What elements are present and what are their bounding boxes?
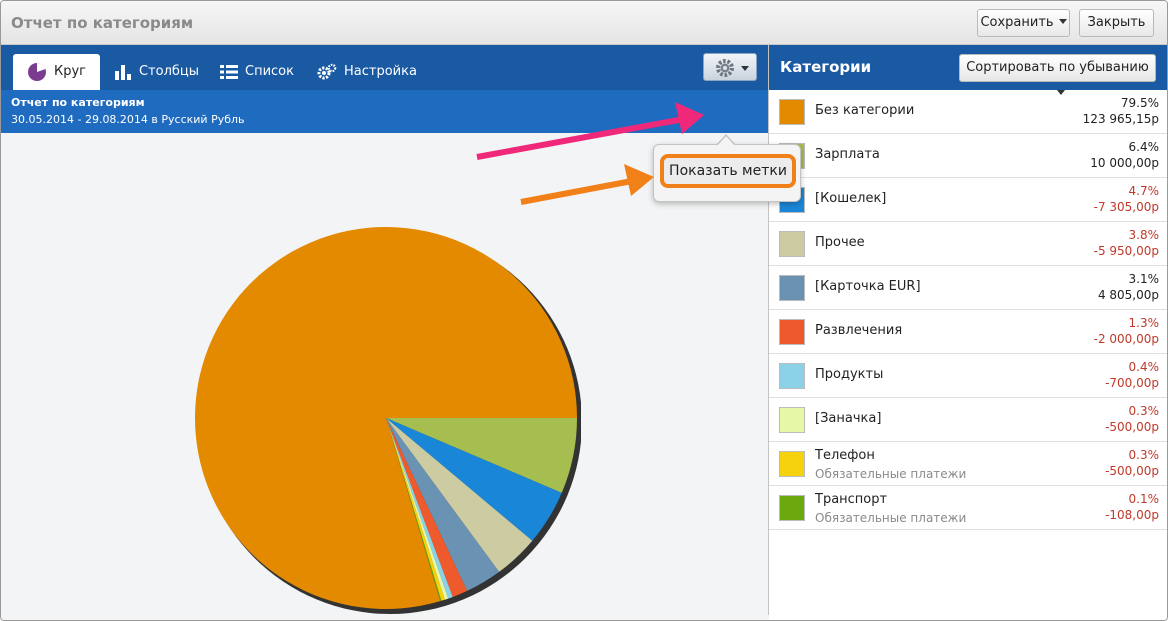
category-amount: -700,00р bbox=[1105, 376, 1159, 390]
tab-settings-label: Настройка bbox=[344, 64, 417, 79]
tab-bars-label: Столбцы bbox=[139, 64, 200, 79]
category-percent: 3.8% bbox=[1128, 228, 1160, 242]
close-button-label: Закрыть bbox=[1087, 15, 1146, 30]
report-window: Отчет по категориям Сохранить Закрыть Кр… bbox=[0, 0, 1168, 621]
category-row[interactable]: Продукты 0.4% -700,00р bbox=[769, 354, 1167, 398]
categories-header: Категории Сортировать по убыванию bbox=[769, 45, 1167, 95]
category-amount: 123 965,15р bbox=[1082, 112, 1159, 126]
report-date-range: 30.05.2014 - 29.08.2014 в Русский Рубль bbox=[11, 113, 245, 126]
report-header: Отчет по категориям 30.05.2014 - 29.08.2… bbox=[1, 90, 768, 133]
save-button[interactable]: Сохранить bbox=[977, 9, 1070, 37]
categories-list: Без категории 79.5% 123 965,15р Зарплата 6.4… bbox=[769, 90, 1167, 530]
category-percent: 4.7% bbox=[1128, 184, 1160, 198]
category-row[interactable]: Прочее 3.8% -5 950,00р bbox=[769, 222, 1167, 266]
category-color-swatch bbox=[779, 231, 805, 257]
title-bar: Отчет по категориям Сохранить Закрыть bbox=[1, 1, 1167, 45]
category-subtitle: Обязательные платежи bbox=[815, 467, 967, 481]
category-color-swatch bbox=[779, 495, 805, 521]
category-subtitle: Обязательные платежи bbox=[815, 511, 967, 525]
category-name: [Заначка] bbox=[815, 411, 882, 426]
tab-list-label: Список bbox=[245, 64, 294, 79]
show-labels-label: Показать метки bbox=[669, 163, 787, 179]
category-amount: -500,00р bbox=[1105, 420, 1159, 434]
category-color-swatch bbox=[779, 407, 805, 433]
popup-pointer-fill bbox=[717, 136, 735, 146]
category-color-swatch bbox=[779, 275, 805, 301]
view-tabs: Круг Столбцы Список Настройка bbox=[1, 45, 768, 90]
category-row[interactable]: Развлечения 1.3% -2 000,00р bbox=[769, 310, 1167, 354]
tab-list[interactable]: Список bbox=[220, 54, 294, 90]
category-percent: 79.5% bbox=[1120, 96, 1159, 110]
tab-pie[interactable]: Круг bbox=[13, 54, 101, 90]
category-row[interactable]: [Заначка] 0.3% -500,00р bbox=[769, 398, 1167, 442]
pie-chart bbox=[195, 227, 581, 614]
report-title: Отчет по категориям bbox=[11, 96, 145, 109]
category-name: [Карточка EUR] bbox=[815, 279, 921, 294]
category-amount: -5 950,00р bbox=[1093, 244, 1159, 258]
sort-button[interactable]: Сортировать по убыванию bbox=[959, 54, 1156, 95]
tab-bars[interactable]: Столбцы bbox=[114, 54, 199, 90]
category-amount: -2 000,00р bbox=[1093, 332, 1159, 346]
category-percent: 1.3% bbox=[1128, 316, 1160, 330]
sort-button-label: Сортировать по убыванию bbox=[966, 60, 1149, 75]
save-button-label: Сохранить bbox=[980, 15, 1054, 30]
chart-options-button[interactable] bbox=[703, 53, 757, 81]
show-labels-menu-item[interactable]: Показать метки bbox=[660, 154, 796, 188]
gear-icon bbox=[716, 59, 734, 77]
category-name: Телефон bbox=[815, 448, 875, 463]
chevron-down-icon bbox=[741, 66, 749, 71]
category-percent: 6.4% bbox=[1128, 140, 1160, 154]
category-name: [Кошелек] bbox=[815, 191, 887, 206]
category-row[interactable]: [Кошелек] 4.7% -7 305,00р bbox=[769, 178, 1167, 222]
close-button[interactable]: Закрыть bbox=[1079, 9, 1154, 37]
tab-pie-label: Круг bbox=[54, 64, 87, 79]
tab-settings[interactable]: Настройка bbox=[317, 54, 417, 90]
category-amount: 4 805,00р bbox=[1097, 288, 1159, 302]
category-percent: 0.4% bbox=[1128, 360, 1160, 374]
category-color-swatch bbox=[779, 451, 805, 477]
category-name: Развлечения bbox=[815, 323, 903, 338]
category-row[interactable]: Зарплата 6.4% 10 000,00р bbox=[769, 134, 1167, 178]
category-amount: -108,00р bbox=[1105, 508, 1159, 522]
category-row[interactable]: [Карточка EUR] 3.1% 4 805,00р bbox=[769, 266, 1167, 310]
category-percent: 3.1% bbox=[1128, 272, 1160, 286]
category-row[interactable]: Телефон Обязательные платежи 0.3% -500,00р bbox=[769, 442, 1167, 486]
category-amount: 10 000,00р bbox=[1090, 156, 1159, 170]
category-name: Зарплата bbox=[815, 147, 880, 162]
category-name: Прочее bbox=[815, 235, 865, 250]
category-name: Транспорт bbox=[815, 492, 888, 507]
category-name: Продукты bbox=[815, 367, 884, 382]
category-color-swatch bbox=[779, 363, 805, 389]
category-percent: 0.3% bbox=[1128, 448, 1160, 462]
gears-icon bbox=[317, 63, 337, 79]
bar-chart-icon bbox=[115, 64, 131, 80]
category-name: Без категории bbox=[815, 103, 915, 118]
categories-pane: Категории Сортировать по убыванию Без ка… bbox=[769, 45, 1167, 620]
chart-pane: Круг Столбцы Список Настройка Отчет по к… bbox=[1, 45, 768, 620]
category-amount: -500,00р bbox=[1105, 464, 1159, 478]
chart-options-popup: Показать метки bbox=[653, 144, 801, 202]
categories-title: Категории bbox=[780, 58, 872, 76]
category-amount: -7 305,00р bbox=[1093, 200, 1159, 214]
list-icon bbox=[220, 64, 238, 79]
window-title: Отчет по категориям bbox=[11, 14, 194, 32]
category-row[interactable]: Транспорт Обязательные платежи 0.1% -108,00… bbox=[769, 486, 1167, 530]
pie-chart-icon bbox=[28, 62, 46, 81]
category-row[interactable]: Без категории 79.5% 123 965,15р bbox=[769, 90, 1167, 134]
category-color-swatch bbox=[779, 99, 805, 125]
category-percent: 0.3% bbox=[1128, 404, 1160, 418]
chevron-down-icon bbox=[1058, 19, 1067, 24]
category-percent: 0.1% bbox=[1128, 492, 1160, 506]
category-color-swatch bbox=[779, 319, 805, 345]
